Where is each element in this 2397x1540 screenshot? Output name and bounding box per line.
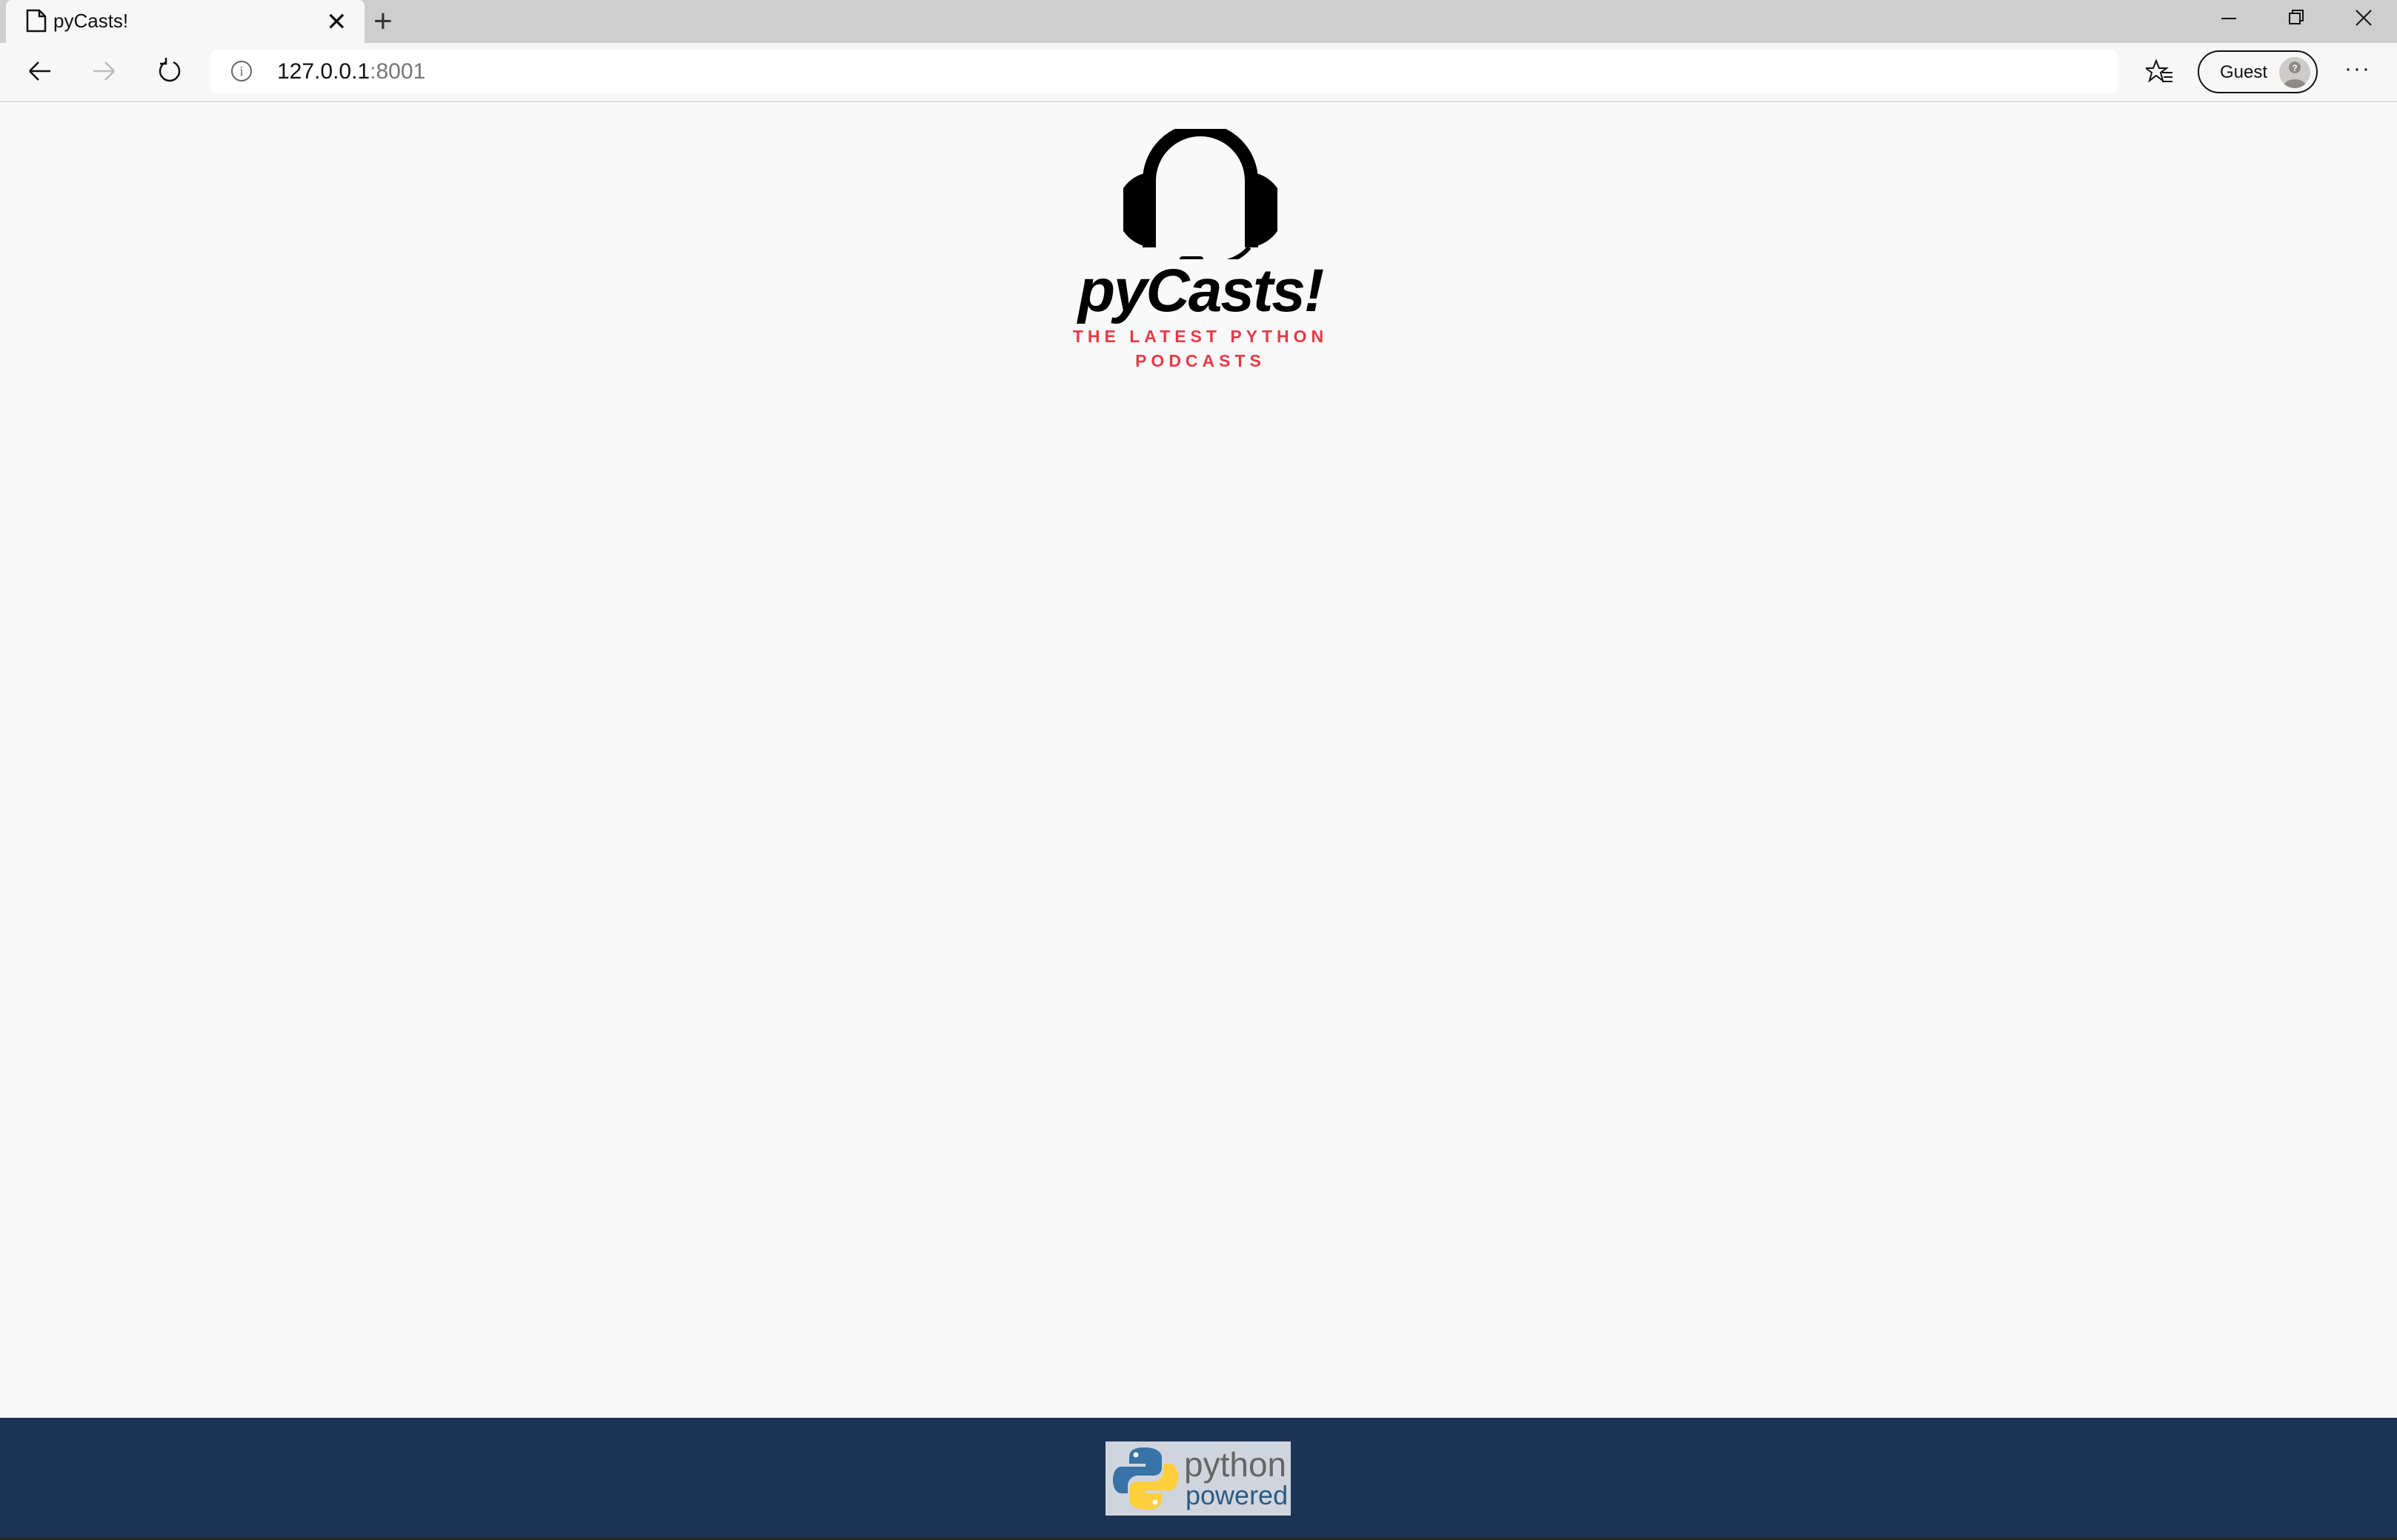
tab-bar: pyCasts! ✕ +	[0, 0, 2397, 44]
site-logo[interactable]: pyCasts! THE LATEST PYTHON PODCASTS	[1067, 126, 1334, 378]
python-powered-badge[interactable]: python powered	[1106, 1441, 1291, 1516]
profile-button[interactable]: Guest ?	[2198, 50, 2318, 93]
restore-icon[interactable]	[2273, 4, 2318, 34]
url-host: 127.0.0.1	[277, 59, 370, 84]
refresh-icon[interactable]	[151, 53, 187, 89]
headphones-icon	[1123, 129, 1277, 259]
window-close-icon[interactable]	[2341, 4, 2386, 34]
url-port: :8001	[370, 59, 426, 84]
url-text: 127.0.0.1:8001	[277, 59, 425, 84]
forward-arrow-icon[interactable]	[86, 53, 122, 89]
avatar-icon: ?	[2279, 57, 2310, 88]
tagline: THE LATEST PYTHON PODCASTS	[1072, 327, 1329, 370]
bottom-edge	[0, 1537, 2397, 1540]
profile-label: Guest	[2220, 62, 2268, 82]
svg-text:?: ?	[2292, 63, 2297, 73]
favorites-icon[interactable]	[2146, 58, 2174, 87]
address-bar[interactable]: i 127.0.0.1:8001	[210, 50, 2118, 93]
footer: python powered	[0, 1418, 2397, 1540]
back-arrow-icon[interactable]	[22, 53, 58, 89]
browser-toolbar: i 127.0.0.1:8001 Guest ? ···	[0, 43, 2397, 102]
info-icon[interactable]: i	[231, 61, 252, 81]
close-icon[interactable]: ✕	[326, 7, 348, 37]
more-icon[interactable]: ···	[2344, 56, 2371, 81]
python-logo-icon	[1113, 1447, 1178, 1510]
tab-title: pyCasts!	[53, 10, 129, 32]
badge-line2: powered	[1186, 1480, 1289, 1510]
document-icon	[26, 9, 47, 33]
badge-line1: python	[1184, 1445, 1287, 1484]
tab-pycasts[interactable]: pyCasts! ✕	[6, 0, 365, 44]
brand-name: pyCasts!	[1077, 257, 1324, 324]
minimize-icon[interactable]	[2207, 4, 2251, 34]
plus-icon[interactable]: +	[373, 3, 393, 40]
